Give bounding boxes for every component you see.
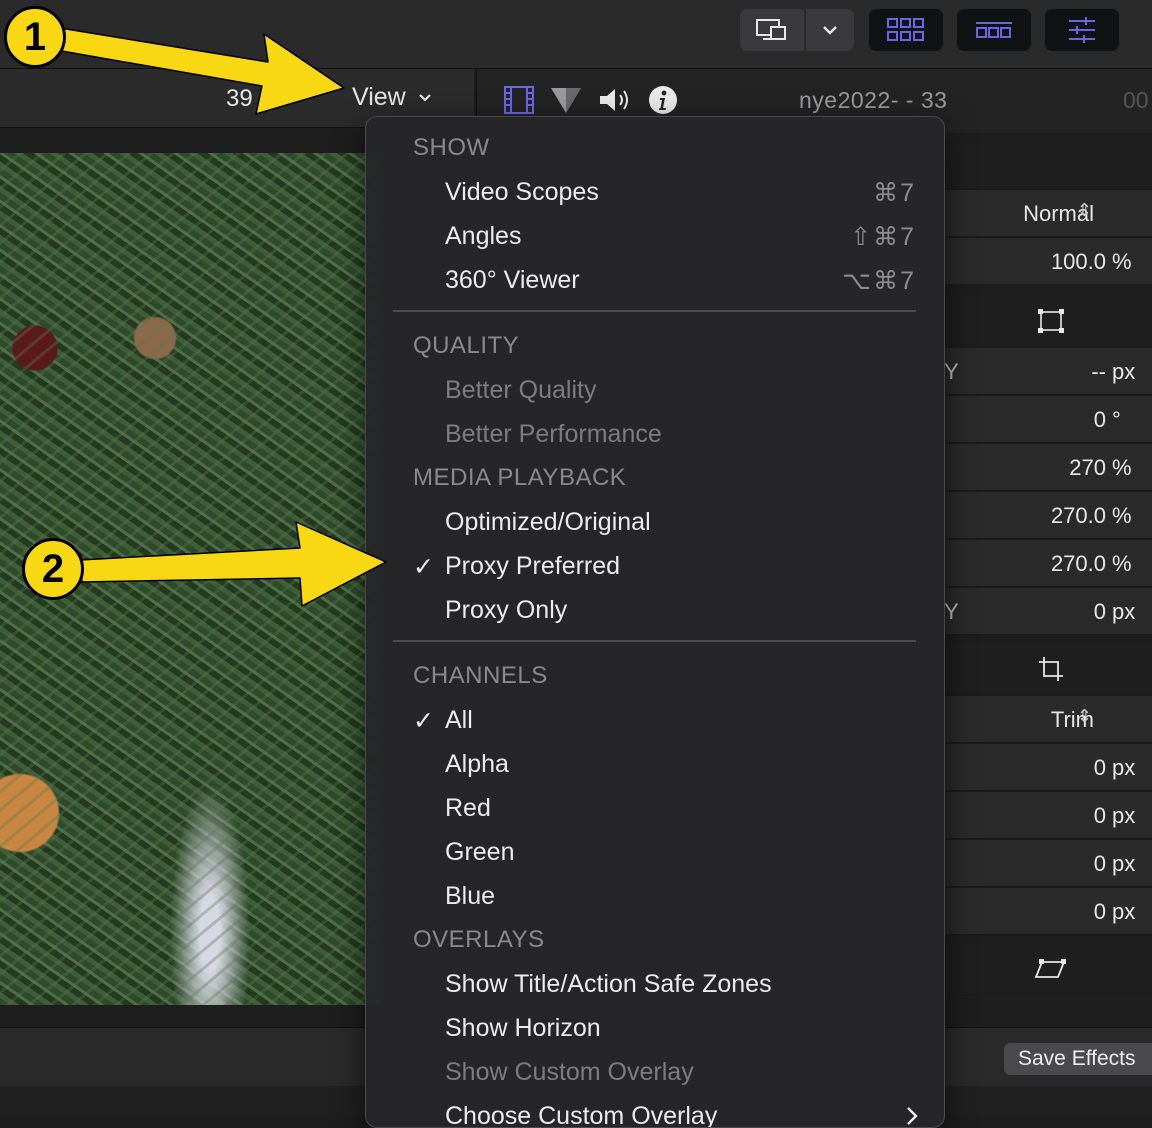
annotation-arrow-1 [55, 27, 345, 115]
annotation-arrows [55, 27, 387, 607]
annotation-arrow-2 [79, 521, 387, 607]
annotation-badge-1: 1 [4, 6, 66, 68]
annotation-badge-2: 2 [22, 538, 84, 600]
